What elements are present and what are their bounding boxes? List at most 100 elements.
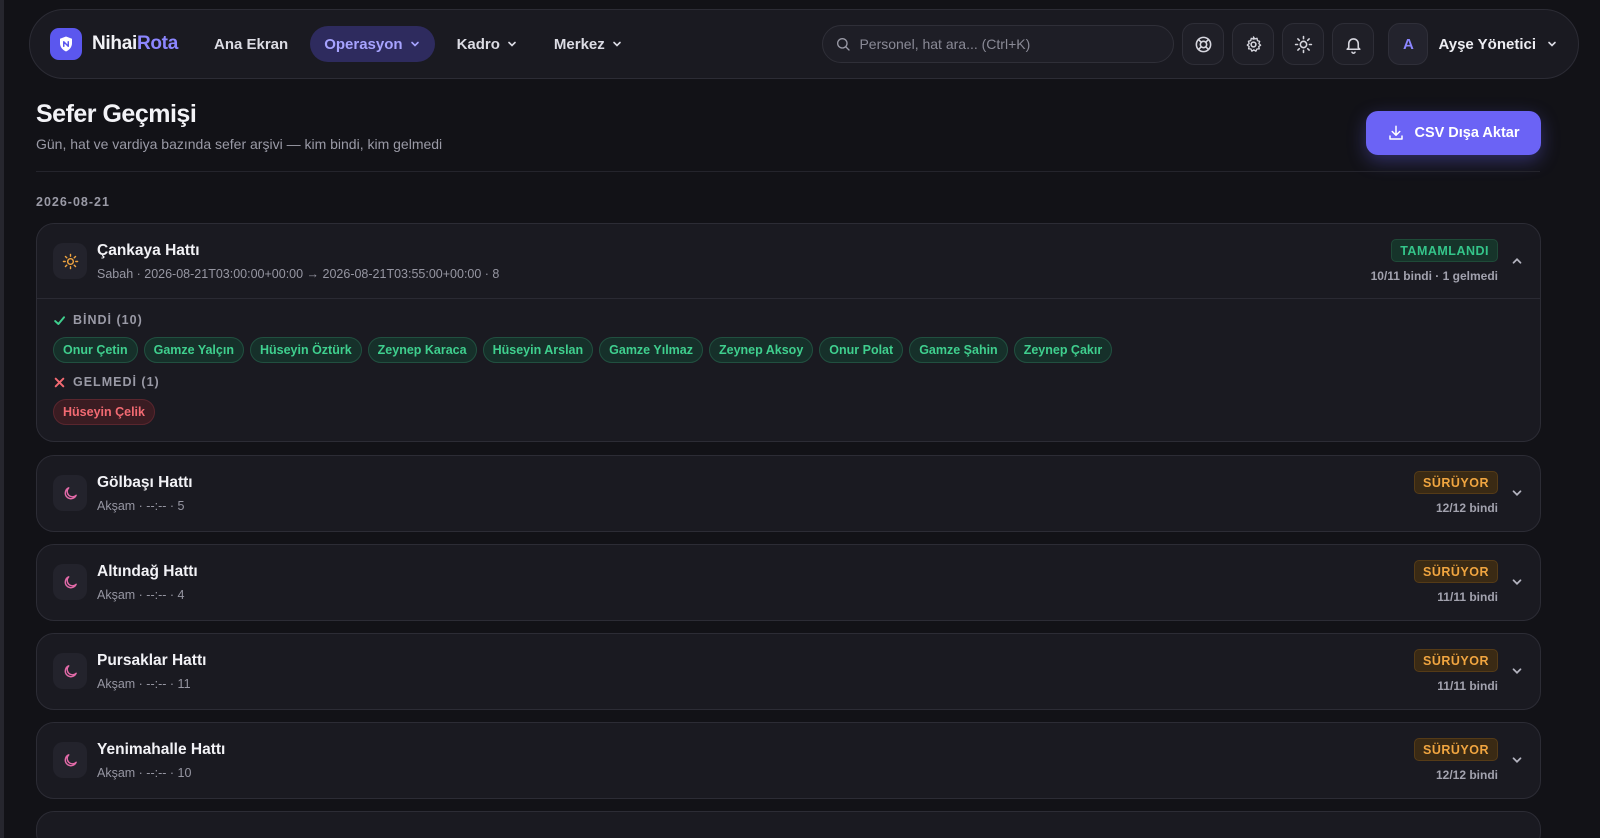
nav-item-merkez[interactable]: Merkez: [540, 26, 637, 62]
search-input[interactable]: Personel, hat ara... (Ctrl+K): [822, 25, 1175, 63]
trip-card-yenimahalle[interactable]: Yenimahalle Hattı Akşam · --:-- · 10 SÜR…: [36, 722, 1541, 799]
passenger-chip[interactable]: Hüseyin Öztürk: [249, 337, 362, 363]
user-menu[interactable]: A Ayşe Yönetici: [1388, 23, 1558, 65]
nav-item-label: Kadro: [456, 35, 500, 53]
trip-meta: Sabah · 2026-08-21T03:00:00+00:00 → 2026…: [97, 267, 500, 281]
trip-card-pursaklar[interactable]: Pursaklar Hattı Akşam · --:-- · 11 SÜRÜY…: [36, 633, 1541, 710]
shift-icon-wrap: [53, 564, 87, 600]
search-placeholder: Personel, hat ara... (Ctrl+K): [859, 36, 1031, 52]
passenger-chip[interactable]: Zeynep Çakır: [1013, 337, 1113, 363]
shield-n-icon: [60, 36, 72, 52]
status-badge: SÜRÜYOR: [1413, 738, 1498, 761]
page-subtitle: Gün, hat ve vardiya bazında sefer arşivi…: [36, 136, 443, 152]
passenger-chip[interactable]: Gamze Yılmaz: [599, 337, 703, 363]
passenger-chip[interactable]: Gamze Şahin: [909, 337, 1008, 363]
x-icon: [54, 377, 65, 387]
boarding-count: 12/12 bindi: [1435, 501, 1498, 515]
trip-card-header[interactable]: Gölbaşı Hattı Akşam · --:-- · 5 SÜRÜYOR …: [37, 456, 1540, 531]
gear-icon: [1246, 35, 1262, 52]
download-icon: [1389, 125, 1404, 140]
page-title: Sefer Geçmişi: [36, 100, 197, 128]
trip-card-header[interactable]: Yenimahalle Hattı Akşam · --:-- · 10 SÜR…: [37, 723, 1540, 798]
passenger-chip[interactable]: Onur Çetin: [53, 337, 138, 363]
passenger-chip[interactable]: Zeynep Karaca: [367, 337, 477, 363]
trip-meta: Akşam · --:-- · 11: [97, 677, 191, 691]
moon-icon: [64, 753, 77, 766]
shift-icon-wrap: [53, 475, 87, 511]
boarded-group-title: BİNDİ (10): [53, 313, 1524, 327]
header-divider: [36, 171, 1540, 172]
notifications-button[interactable]: [1332, 23, 1375, 65]
status-badge: TAMAMLANDI: [1391, 239, 1498, 262]
sun-icon: [1294, 35, 1313, 53]
chevron-down-icon: [508, 41, 516, 47]
trip-card-body: BİNDİ (10) Onur Çetin Gamze Yalçın Hüsey…: [37, 299, 1540, 441]
nav-item-operasyon[interactable]: Operasyon: [310, 26, 435, 62]
trip-meta: Akşam · --:-- · 10: [97, 766, 192, 780]
window-edge: [0, 0, 4, 838]
nav-item-label: Ana Ekran: [213, 35, 289, 53]
absent-passenger-chip[interactable]: Hüseyin Çelik: [53, 399, 155, 425]
trip-card-header[interactable]: Pursaklar Hattı Akşam · --:-- · 11 SÜRÜY…: [37, 634, 1540, 709]
boarding-count: 11/11 bindi: [1437, 590, 1498, 604]
avatar: A: [1388, 23, 1429, 65]
trip-card-golbasi[interactable]: Gölbaşı Hattı Akşam · --:-- · 5 SÜRÜYOR …: [36, 455, 1541, 532]
absent-chips: Hüseyin Çelik: [53, 399, 1524, 425]
trip-meta: Akşam · --:-- · 4: [97, 588, 185, 602]
user-name: Ayşe Yönetici: [1438, 35, 1536, 53]
trip-card-altindag[interactable]: Altındağ Hattı Akşam · --:-- · 4 SÜRÜYOR…: [36, 544, 1541, 621]
help-button[interactable]: [1182, 23, 1225, 65]
absent-title-text: GELMEDİ (1): [73, 375, 160, 389]
logo-icon[interactable]: [50, 28, 82, 60]
moon-icon: [64, 664, 77, 677]
settings-button[interactable]: [1232, 23, 1275, 65]
trip-card-header[interactable]: Altındağ Hattı Akşam · --:-- · 4 SÜRÜYOR…: [37, 545, 1540, 620]
date-group-label: 2026-08-21: [36, 195, 110, 209]
chevron-down-icon[interactable]: [1510, 486, 1524, 500]
passenger-chip[interactable]: Gamze Yalçın: [143, 337, 244, 363]
chevron-up-icon[interactable]: [1510, 254, 1524, 268]
status-badge: SÜRÜYOR: [1413, 471, 1498, 494]
moon-icon: [64, 575, 77, 588]
trip-card-next[interactable]: [36, 811, 1541, 838]
chevron-down-icon: [410, 41, 419, 47]
moon-icon: [64, 486, 77, 499]
chevron-down-icon: [612, 41, 621, 47]
trip-card-header[interactable]: Çankaya Hattı Sabah · 2026-08-21T03:00:0…: [37, 224, 1540, 299]
boarding-count: 11/11 bindi: [1437, 679, 1498, 693]
boarded-title-text: BİNDİ (10): [73, 313, 143, 327]
shift-icon-wrap: [53, 243, 87, 279]
trip-meta: Akşam · --:-- · 5: [97, 499, 185, 513]
shift-icon-wrap: [53, 653, 87, 689]
trip-card-cankaya: Çankaya Hattı Sabah · 2026-08-21T03:00:0…: [36, 223, 1541, 442]
nav-item-ana-ekran[interactable]: Ana Ekran: [200, 26, 302, 62]
boarded-chips: Onur Çetin Gamze Yalçın Hüseyin Öztürk Z…: [53, 337, 1524, 363]
trip-line-name: Yenimahalle Hattı: [97, 741, 226, 758]
nav-item-kadro[interactable]: Kadro: [443, 26, 532, 62]
app-logo-text[interactable]: NihaiRota: [92, 33, 178, 55]
csv-export-button[interactable]: CSV Dışa Aktar: [1366, 111, 1541, 155]
search-icon: [837, 38, 851, 51]
shift-icon-wrap: [53, 742, 87, 778]
chevron-down-icon: [1548, 41, 1556, 47]
trip-line-name: Gölbaşı Hattı: [97, 474, 193, 491]
sun-icon: [62, 253, 78, 269]
chevron-down-icon[interactable]: [1510, 664, 1524, 678]
chevron-down-icon[interactable]: [1510, 575, 1524, 589]
trip-line-name: Çankaya Hattı: [97, 242, 200, 259]
boarding-count: 12/12 bindi: [1435, 768, 1498, 782]
check-icon: [54, 315, 66, 325]
nav-item-label: Merkez: [553, 35, 605, 53]
theme-toggle-button[interactable]: [1282, 23, 1325, 65]
lifebuoy-icon: [1195, 36, 1212, 52]
nav-links: Ana Ekran Operasyon Kadro Merkez: [200, 26, 637, 62]
chevron-down-icon[interactable]: [1510, 753, 1524, 767]
boarding-count: 10/11 bindi · 1 gelmedi: [1370, 269, 1498, 283]
nav-item-label: Operasyon: [324, 35, 403, 53]
top-navbar: NihaiRota Ana Ekran Operasyon Kadro Merk…: [29, 9, 1579, 79]
logo-part-2: Rota: [136, 33, 178, 54]
passenger-chip[interactable]: Zeynep Aksoy: [708, 337, 814, 363]
passenger-chip[interactable]: Onur Polat: [819, 337, 904, 363]
passenger-chip[interactable]: Hüseyin Arslan: [482, 337, 594, 363]
csv-export-label: CSV Dışa Aktar: [1414, 125, 1520, 141]
